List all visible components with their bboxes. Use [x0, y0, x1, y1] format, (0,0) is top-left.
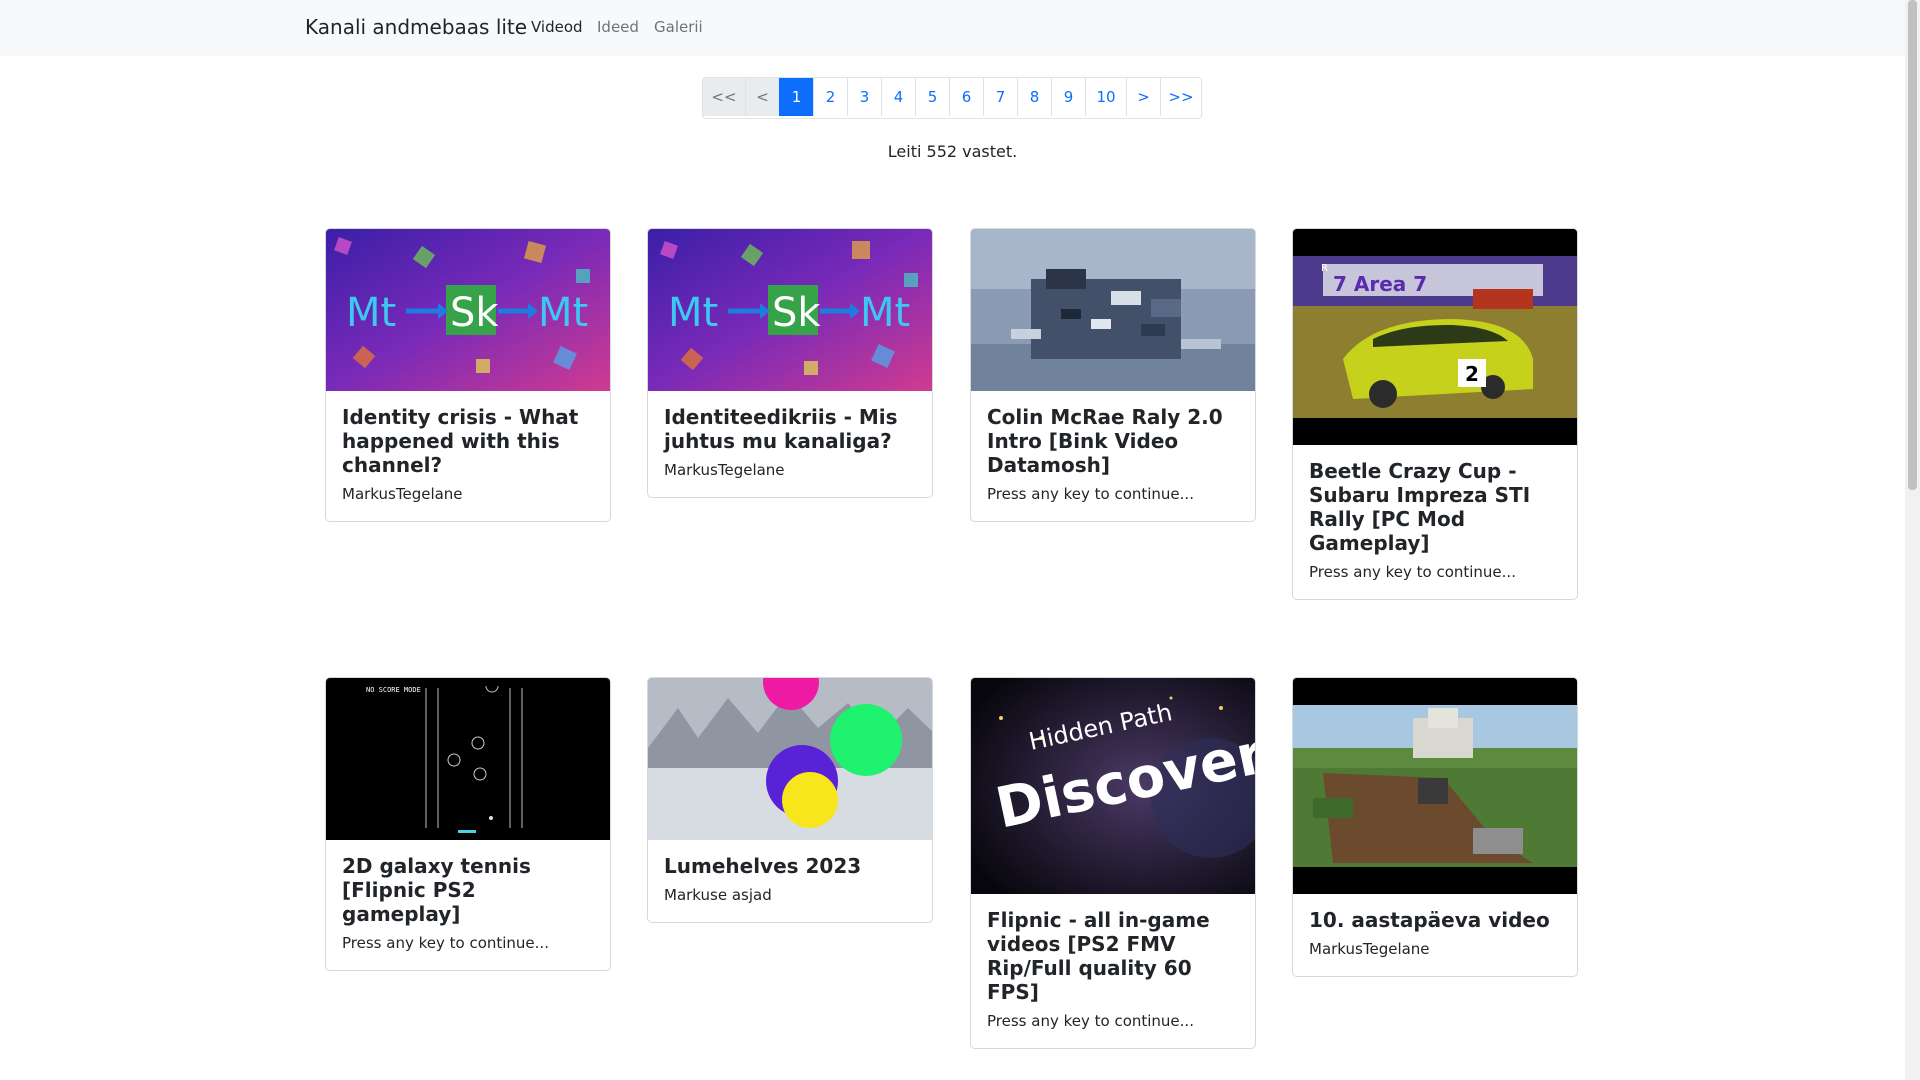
page-first-button[interactable]: << [703, 78, 745, 116]
page-5-button[interactable]: 5 [915, 78, 949, 116]
page-6-button[interactable]: 6 [949, 78, 983, 116]
video-author: Press any key to continue... [987, 1012, 1194, 1030]
video-thumbnail[interactable]: Mt Sk Mt [648, 229, 932, 391]
thumb-text: Mt [346, 290, 396, 336]
page-7-button[interactable]: 7 [983, 78, 1017, 116]
thumb-text: Mt [668, 290, 718, 336]
video-thumbnail[interactable] [648, 678, 932, 840]
page-next-button[interactable]: > [1126, 78, 1160, 116]
video-title[interactable]: Identity crisis - What happened with thi… [342, 405, 594, 477]
video-title[interactable]: 2D galaxy tennis [Flipnic PS2 gameplay] [342, 854, 594, 926]
video-thumbnail[interactable]: Hidden Path Discovery. [971, 678, 1255, 894]
video-card[interactable]: Mt Sk Mt Identity crisis - What happened… [325, 228, 611, 522]
video-author: Press any key to continue... [987, 485, 1194, 503]
video-card[interactable]: Mt Sk Mt Identiteedikriis - Mis juhtus m… [647, 228, 933, 498]
video-thumbnail[interactable] [1293, 678, 1577, 894]
video-title[interactable]: 10. aastapäeva video [1309, 908, 1561, 932]
video-thumbnail[interactable] [971, 229, 1255, 391]
page-9-button[interactable]: 9 [1051, 78, 1085, 116]
nav-link-galerii[interactable]: Galerii [654, 18, 703, 36]
thumb-text: R [1321, 263, 1328, 274]
video-title[interactable]: Identiteedikriis - Mis juhtus mu kanalig… [664, 405, 916, 453]
video-thumbnail[interactable]: Mt Sk Mt [326, 229, 610, 391]
video-card[interactable]: Hidden Path Discovery. Flipnic - all in-… [970, 677, 1256, 1049]
thumb-text: Mt [860, 290, 910, 336]
nav-link-ideed[interactable]: Ideed [597, 18, 639, 36]
page-10-button[interactable]: 10 [1085, 78, 1126, 116]
video-author: Press any key to continue... [1309, 563, 1516, 581]
thumb-text: NO SCORE MODE [366, 686, 421, 694]
page-2-button[interactable]: 2 [813, 78, 847, 116]
video-card[interactable]: 10. aastapäeva video MarkusTegelane [1292, 677, 1578, 977]
page-3-button[interactable]: 3 [847, 78, 881, 116]
video-author: Press any key to continue... [342, 934, 549, 952]
thumb-text: 7 Area 7 [1333, 272, 1427, 296]
video-card[interactable]: Lumehelves 2023 Markuse asjad [647, 677, 933, 923]
thumb-text: Sk [450, 290, 499, 336]
vertical-scrollbar[interactable] [1905, 0, 1920, 1080]
scrollbar-thumb[interactable] [1908, 0, 1917, 490]
page-prev-button[interactable]: < [745, 78, 779, 116]
video-author: MarkusTegelane [342, 485, 463, 503]
video-card[interactable]: R 7 Area 7 2 Beetle Crazy Cup - Subaru I… [1292, 228, 1578, 600]
page-4-button[interactable]: 4 [881, 78, 915, 116]
video-thumbnail[interactable]: R 7 Area 7 2 [1293, 229, 1577, 445]
video-title[interactable]: Lumehelves 2023 [664, 854, 916, 878]
video-card[interactable]: NO SCORE MODE 2D galaxy tennis [Flipnic … [325, 677, 611, 971]
navbar-brand[interactable]: Kanali andmebaas lite [305, 15, 527, 39]
thumb-text: 2 [1465, 362, 1479, 386]
video-author: Markuse asjad [664, 886, 772, 904]
page-8-button[interactable]: 8 [1017, 78, 1051, 116]
thumb-text: Sk [772, 290, 821, 336]
video-author: MarkusTegelane [664, 461, 785, 479]
results-count: Leiti 552 vastet. [887, 142, 1018, 161]
video-title[interactable]: Colin McRae Raly 2.0 Intro [Bink Video D… [987, 405, 1239, 477]
video-card[interactable]: Colin McRae Raly 2.0 Intro [Bink Video D… [970, 228, 1256, 522]
nav-link-videod[interactable]: Videod [531, 18, 583, 36]
page-last-button[interactable]: >> [1160, 78, 1201, 116]
thumb-text: Mt [538, 290, 588, 336]
navbar: Kanali andmebaas lite Videod Ideed Galer… [0, 0, 1905, 56]
video-title[interactable]: Flipnic - all in-game videos [PS2 FMV Ri… [987, 908, 1239, 1004]
video-author: MarkusTegelane [1309, 940, 1430, 958]
video-thumbnail[interactable]: NO SCORE MODE [326, 678, 610, 840]
pagination: << < 1 2 3 4 5 6 7 8 9 10 > >> [702, 77, 1202, 119]
video-title[interactable]: Beetle Crazy Cup - Subaru Impreza STI Ra… [1309, 459, 1561, 555]
page-1-button[interactable]: 1 [779, 78, 813, 116]
